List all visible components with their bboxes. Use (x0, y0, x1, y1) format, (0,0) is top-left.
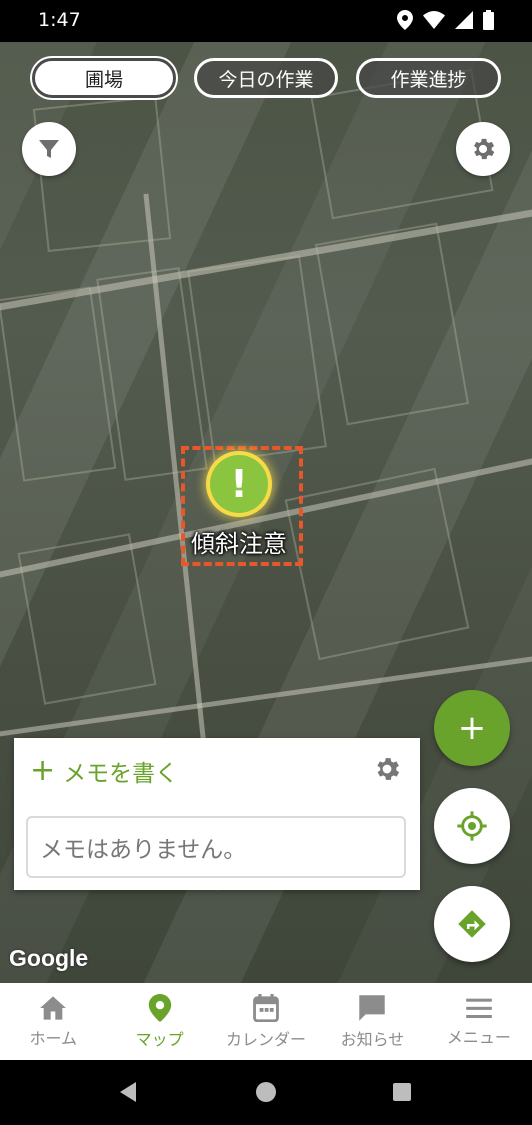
tab-work-progress[interactable]: 作業進捗 (356, 58, 501, 98)
directions-fab[interactable] (434, 886, 510, 962)
status-bar: 1:47 (0, 0, 532, 42)
home-circle-icon[interactable] (255, 1081, 277, 1103)
exclamation-icon: ! (230, 462, 248, 506)
marker-label: 傾斜注意 (191, 530, 287, 558)
nav-home[interactable]: ホーム (0, 983, 106, 1060)
map-field (187, 255, 327, 463)
system-nav-bar (0, 1060, 532, 1125)
google-attribution: Google (9, 945, 89, 971)
gear-icon (474, 138, 495, 160)
map-pin-icon (148, 993, 171, 1022)
bottom-nav: ホーム マップ カレンダー お知らせ メニュー (0, 983, 532, 1060)
filter-button[interactable] (22, 122, 76, 176)
menu-icon (465, 998, 492, 1018)
filter-icon (39, 140, 59, 158)
nav-menu-label: メニュー (446, 1027, 511, 1047)
message-icon (359, 994, 386, 1021)
write-memo-button[interactable]: + メモを書く (30, 754, 178, 788)
location-icon (397, 10, 413, 30)
nav-notifications-label: お知らせ (340, 1029, 405, 1049)
status-time: 1:47 (38, 9, 81, 31)
nav-notifications[interactable]: お知らせ (319, 983, 425, 1060)
back-icon[interactable] (118, 1080, 138, 1104)
directions-icon (458, 910, 486, 938)
tab-today-work[interactable]: 今日の作業 (194, 58, 338, 98)
memo-card: + メモを書く メモはありません。 (14, 738, 420, 890)
my-location-fab[interactable] (434, 788, 510, 864)
warning-marker[interactable]: ! (210, 455, 268, 513)
map-field (314, 222, 470, 426)
wifi-icon (423, 11, 445, 29)
gear-icon (377, 758, 400, 780)
nav-menu[interactable]: メニュー (426, 983, 532, 1060)
tab-field[interactable]: 圃場 (32, 58, 176, 98)
nav-map-label: マップ (135, 1029, 184, 1049)
write-memo-label: メモを書く (63, 761, 179, 787)
map-settings-button[interactable] (456, 122, 510, 176)
battery-icon (483, 10, 494, 30)
status-icons (397, 10, 494, 30)
home-icon (40, 995, 67, 1020)
plus-icon: + (457, 708, 487, 748)
calendar-icon (253, 993, 279, 1022)
nav-home-label: ホーム (29, 1028, 77, 1048)
memo-settings-button[interactable] (372, 754, 402, 788)
map-field (0, 286, 117, 482)
nav-calendar[interactable]: カレンダー (213, 983, 319, 1060)
map-field (17, 533, 157, 705)
map-field (284, 467, 470, 661)
add-fab[interactable]: + (434, 690, 510, 766)
nav-map[interactable]: マップ (106, 983, 212, 1060)
nav-calendar-label: カレンダー (226, 1029, 307, 1049)
plus-icon: + (30, 753, 56, 788)
recents-icon[interactable] (392, 1082, 412, 1102)
memo-empty-message: メモはありません。 (26, 816, 406, 878)
crosshair-icon (457, 811, 487, 841)
signal-icon (455, 11, 473, 29)
